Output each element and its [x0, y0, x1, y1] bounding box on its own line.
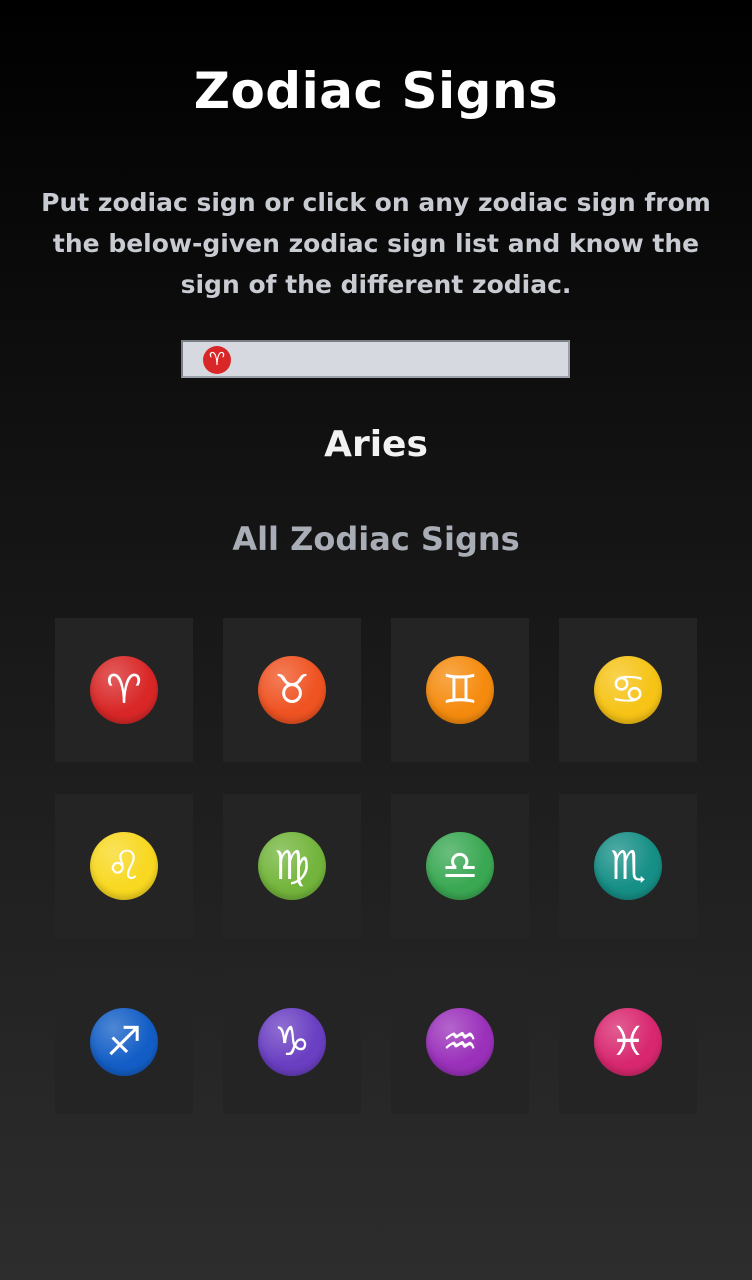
cancer-icon: ♋ — [594, 656, 662, 724]
libra-icon: ♎ — [426, 832, 494, 900]
all-signs-title: All Zodiac Signs — [232, 520, 520, 558]
zodiac-tile-leo[interactable]: ♌ — [55, 794, 193, 938]
zodiac-tile-scorpio[interactable]: ♏ — [559, 794, 697, 938]
sagittarius-icon: ♐ — [90, 1008, 158, 1076]
leo-icon: ♌ — [90, 832, 158, 900]
zodiac-tile-aries[interactable]: ♈ — [55, 618, 193, 762]
page-title: Zodiac Signs — [193, 62, 559, 120]
aquarius-icon: ♒ — [426, 1008, 494, 1076]
zodiac-tile-capricorn[interactable]: ♑ — [223, 970, 361, 1114]
zodiac-tile-taurus[interactable]: ♉ — [223, 618, 361, 762]
zodiac-tile-sagittarius[interactable]: ♐ — [55, 970, 193, 1114]
zodiac-tile-gemini[interactable]: ♊ — [391, 618, 529, 762]
aries-icon: ♈ — [90, 656, 158, 724]
zodiac-tile-aquarius[interactable]: ♒ — [391, 970, 529, 1114]
zodiac-tile-cancer[interactable]: ♋ — [559, 618, 697, 762]
zodiac-tile-virgo[interactable]: ♍ — [223, 794, 361, 938]
zodiac-page: Zodiac Signs Put zodiac sign or click on… — [0, 0, 752, 1280]
zodiac-tile-pisces[interactable]: ♓ — [559, 970, 697, 1114]
zodiac-input[interactable]: ♈ — [181, 340, 570, 378]
pisces-icon: ♓ — [594, 1008, 662, 1076]
scorpio-icon: ♏ — [594, 832, 662, 900]
taurus-icon: ♉ — [258, 656, 326, 724]
capricorn-icon: ♑ — [258, 1008, 326, 1076]
result-sign-name: Aries — [324, 424, 428, 465]
gemini-icon: ♊ — [426, 656, 494, 724]
zodiac-tile-libra[interactable]: ♎ — [391, 794, 529, 938]
page-description: Put zodiac sign or click on any zodiac s… — [41, 188, 711, 299]
virgo-icon: ♍ — [258, 832, 326, 900]
zodiac-grid: ♈ ♉ ♊ ♋ ♌ ♍ ♎ ♏ ♐ ♑ ♒ ♓ — [55, 618, 698, 1114]
aries-icon: ♈ — [203, 346, 231, 374]
